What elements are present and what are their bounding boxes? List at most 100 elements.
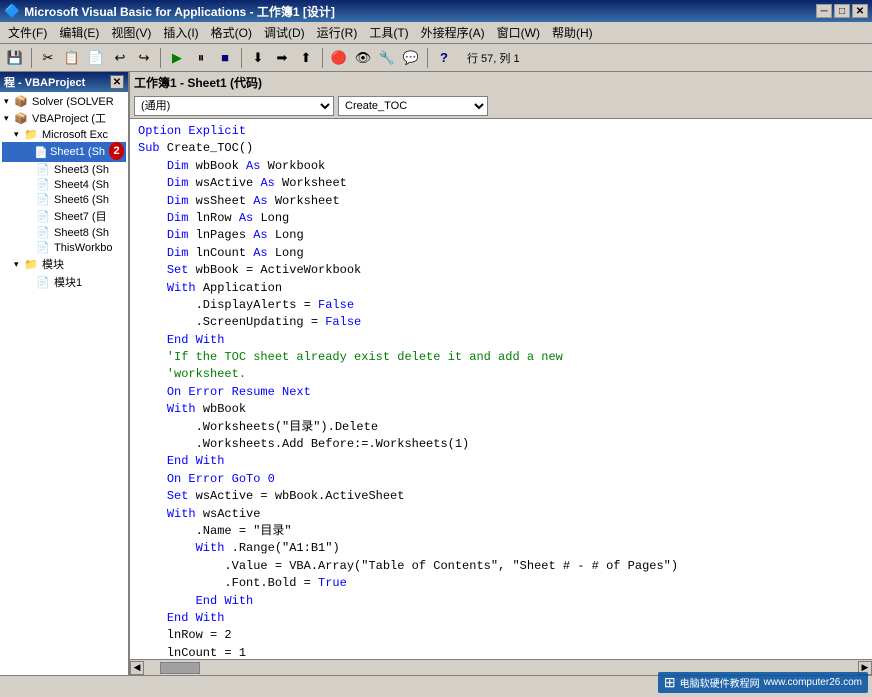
tree-item-6[interactable]: 📄Sheet6 (Sh bbox=[2, 192, 126, 207]
tree-item-9[interactable]: 📄ThisWorkbo bbox=[2, 240, 126, 255]
close-button[interactable]: ✕ bbox=[852, 4, 868, 18]
tree-item-icon: 📄 bbox=[36, 276, 52, 289]
menu-item-h[interactable]: 帮助(H) bbox=[546, 22, 599, 43]
toolbar-run[interactable]: ▶ bbox=[166, 47, 188, 69]
panel-close-button[interactable]: ✕ bbox=[110, 75, 124, 89]
code-line: .Value = VBA.Array("Table of Contents", … bbox=[138, 558, 864, 575]
code-line: Dim wbBook As Workbook bbox=[138, 158, 864, 175]
code-line: Set wbBook = ActiveWorkbook bbox=[138, 262, 864, 279]
title-bar: 🔷 Microsoft Visual Basic for Application… bbox=[0, 0, 872, 22]
tree-item-11[interactable]: 📄模块1 bbox=[2, 273, 126, 291]
tree-item-label: 模块1 bbox=[54, 274, 82, 290]
code-line: .ScreenUpdating = False bbox=[138, 314, 864, 331]
code-line: .Worksheets.Add Before:=.Worksheets(1) bbox=[138, 436, 864, 453]
code-editor[interactable]: Option ExplicitSub Create_TOC() Dim wbBo… bbox=[130, 119, 872, 659]
tree-item-10[interactable]: ▾📁模块 bbox=[2, 255, 126, 273]
tree-item-8[interactable]: 📄Sheet8 (Sh bbox=[2, 225, 126, 240]
code-line: End With bbox=[138, 610, 864, 627]
procedure-dropdown-left[interactable]: (通用) bbox=[134, 96, 334, 116]
hscroll-thumb[interactable] bbox=[160, 662, 200, 674]
toolbar-step-out[interactable]: ⬆ bbox=[295, 47, 317, 69]
code-line: With Application bbox=[138, 280, 864, 297]
tree-item-3[interactable]: 📄Sheet1 (Sh2 bbox=[2, 142, 126, 162]
tree-item-1[interactable]: ▾📦VBAProject (工 bbox=[2, 109, 126, 127]
title-bar-buttons[interactable]: ─ □ ✕ bbox=[816, 4, 868, 18]
toolbar-locals[interactable]: 🔧 bbox=[376, 47, 398, 69]
menu-items: 文件(F)编辑(E)视图(V)插入(I)格式(O)调试(D)运行(R)工具(T)… bbox=[2, 22, 599, 43]
code-panel-header: 工作簿1 - Sheet1 (代码) bbox=[130, 72, 872, 94]
separator-3 bbox=[241, 48, 242, 68]
menu-bar: 文件(F)编辑(E)视图(V)插入(I)格式(O)调试(D)运行(R)工具(T)… bbox=[0, 22, 872, 44]
menu-item-o[interactable]: 格式(O) bbox=[205, 22, 258, 43]
menu-item-f[interactable]: 文件(F) bbox=[2, 22, 53, 43]
code-line: lnRow = 2 bbox=[138, 627, 864, 644]
code-line: Dim wsSheet As Worksheet bbox=[138, 193, 864, 210]
code-line: End With bbox=[138, 332, 864, 349]
toolbar-step-over[interactable]: ➡ bbox=[271, 47, 293, 69]
panel-header: 程 - VBAProject ✕ bbox=[0, 72, 128, 92]
tree-item-5[interactable]: 📄Sheet4 (Sh bbox=[2, 177, 126, 192]
separator-5 bbox=[427, 48, 428, 68]
code-line: With wbBook bbox=[138, 401, 864, 418]
tree-item-icon: 📄 bbox=[36, 178, 52, 191]
title-bar-title: Microsoft Visual Basic for Applications … bbox=[24, 3, 816, 20]
toolbar-help[interactable]: ? bbox=[433, 47, 455, 69]
code-line: Set wsActive = wbBook.ActiveSheet bbox=[138, 488, 864, 505]
code-line: Dim wsActive As Worksheet bbox=[138, 175, 864, 192]
menu-item-t[interactable]: 工具(T) bbox=[363, 22, 414, 43]
tree-item-label: Sheet4 (Sh bbox=[54, 179, 109, 191]
menu-item-i[interactable]: 插入(I) bbox=[157, 22, 204, 43]
tree-item-label: Sheet3 (Sh bbox=[54, 164, 109, 176]
toolbar-cut[interactable]: ✂ bbox=[37, 47, 59, 69]
code-line: 'worksheet. bbox=[138, 366, 864, 383]
watermark-label: 电脑软硬件教程网 bbox=[680, 675, 760, 690]
tree-item-label: VBAProject (工 bbox=[32, 110, 106, 126]
tree-item-7[interactable]: 📄Sheet7 (目 bbox=[2, 207, 126, 225]
tree-item-icon: 📦 bbox=[14, 112, 30, 125]
code-scroll-container[interactable]: Option ExplicitSub Create_TOC() Dim wbBo… bbox=[130, 119, 872, 659]
menu-item-d[interactable]: 调试(D) bbox=[258, 22, 311, 43]
watermark-url: www.computer26.com bbox=[764, 677, 862, 688]
tree-expand-icon: ▾ bbox=[4, 96, 14, 107]
toolbar-save[interactable]: 💾 bbox=[4, 47, 26, 69]
tree-item-icon: 📄 bbox=[36, 241, 52, 254]
toolbar-breakpoint[interactable]: 🔴 bbox=[328, 47, 350, 69]
tree-item-label: 模块 bbox=[42, 256, 64, 272]
menu-item-a[interactable]: 外接程序(A) bbox=[415, 22, 491, 43]
toolbar-paste[interactable]: 📄 bbox=[85, 47, 107, 69]
code-line: Dim lnRow As Long bbox=[138, 210, 864, 227]
toolbar-step-into[interactable]: ⬇ bbox=[247, 47, 269, 69]
menu-item-r[interactable]: 运行(R) bbox=[311, 22, 364, 43]
code-line: With .Range("A1:B1") bbox=[138, 540, 864, 557]
tree-expand-icon: ▾ bbox=[4, 113, 14, 124]
tree-item-label: Solver (SOLVER bbox=[32, 96, 114, 108]
code-line: End With bbox=[138, 593, 864, 610]
panel-title: 程 - VBAProject bbox=[4, 74, 85, 90]
toolbar-watch[interactable]: 👁 bbox=[352, 47, 374, 69]
app-icon: 🔷 bbox=[4, 3, 20, 19]
menu-item-e[interactable]: 编辑(E) bbox=[53, 22, 105, 43]
tree-item-label: Sheet7 (目 bbox=[54, 208, 107, 224]
maximize-button[interactable]: □ bbox=[834, 4, 850, 18]
hscroll-left-btn[interactable]: ◀ bbox=[130, 661, 144, 675]
code-line: .Font.Bold = True bbox=[138, 575, 864, 592]
toolbar-pause[interactable]: ⏸ bbox=[190, 47, 212, 69]
project-tree: ▾📦Solver (SOLVER▾📦VBAProject (工▾📁Microso… bbox=[0, 92, 128, 675]
toolbar-undo[interactable]: ↩ bbox=[109, 47, 131, 69]
toolbar-redo[interactable]: ↪ bbox=[133, 47, 155, 69]
toolbar: 💾 ✂ 📋 📄 ↩ ↪ ▶ ⏸ ■ ⬇ ➡ ⬆ 🔴 👁 🔧 💬 ? 行 57, … bbox=[0, 44, 872, 72]
tree-item-icon: 📄 bbox=[36, 193, 52, 206]
toolbar-immediate[interactable]: 💬 bbox=[400, 47, 422, 69]
tree-item-0[interactable]: ▾📦Solver (SOLVER bbox=[2, 94, 126, 109]
tree-item-icon: 📄 bbox=[36, 226, 52, 239]
tree-item-2[interactable]: ▾📁Microsoft Exc bbox=[2, 127, 126, 142]
code-line: .Worksheets("目录").Delete bbox=[138, 419, 864, 436]
toolbar-stop[interactable]: ■ bbox=[214, 47, 236, 69]
tree-item-4[interactable]: 📄Sheet3 (Sh bbox=[2, 162, 126, 177]
menu-item-v[interactable]: 视图(V) bbox=[105, 22, 157, 43]
menu-item-w[interactable]: 窗口(W) bbox=[491, 22, 546, 43]
minimize-button[interactable]: ─ bbox=[816, 4, 832, 18]
tree-item-label: ThisWorkbo bbox=[54, 242, 112, 254]
toolbar-copy[interactable]: 📋 bbox=[61, 47, 83, 69]
procedure-dropdown-right[interactable]: Create_TOC bbox=[338, 96, 488, 116]
